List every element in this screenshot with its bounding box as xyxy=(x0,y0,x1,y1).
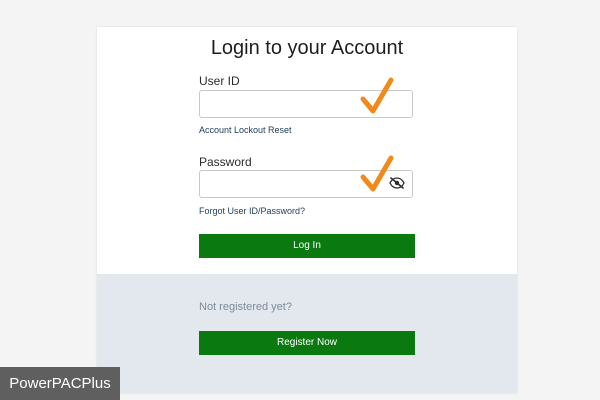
brand-label: PowerPACPlus xyxy=(0,367,120,400)
account-lockout-reset-link[interactable]: Account Lockout Reset xyxy=(199,125,292,135)
eye-slash-icon[interactable] xyxy=(389,177,405,189)
login-card: Login to your Account User ID Account Lo… xyxy=(97,27,517,393)
page-title: Login to your Account xyxy=(210,37,404,59)
user-id-label: User ID xyxy=(199,74,240,88)
login-page: Login to your Account User ID Account Lo… xyxy=(0,0,600,400)
password-label: Password xyxy=(199,155,252,169)
user-id-checkmark-icon xyxy=(360,77,394,114)
register-now-button[interactable]: Register Now xyxy=(199,331,415,355)
forgot-user-id-password-link[interactable]: Forgot User ID/Password? xyxy=(199,206,305,216)
login-button[interactable]: Log In xyxy=(199,234,415,258)
register-panel: Not registered yet? Register Now xyxy=(97,274,517,393)
not-registered-text: Not registered yet? xyxy=(199,301,292,313)
password-checkmark-icon xyxy=(360,155,394,192)
login-form-panel: Login to your Account User ID Account Lo… xyxy=(97,27,517,274)
